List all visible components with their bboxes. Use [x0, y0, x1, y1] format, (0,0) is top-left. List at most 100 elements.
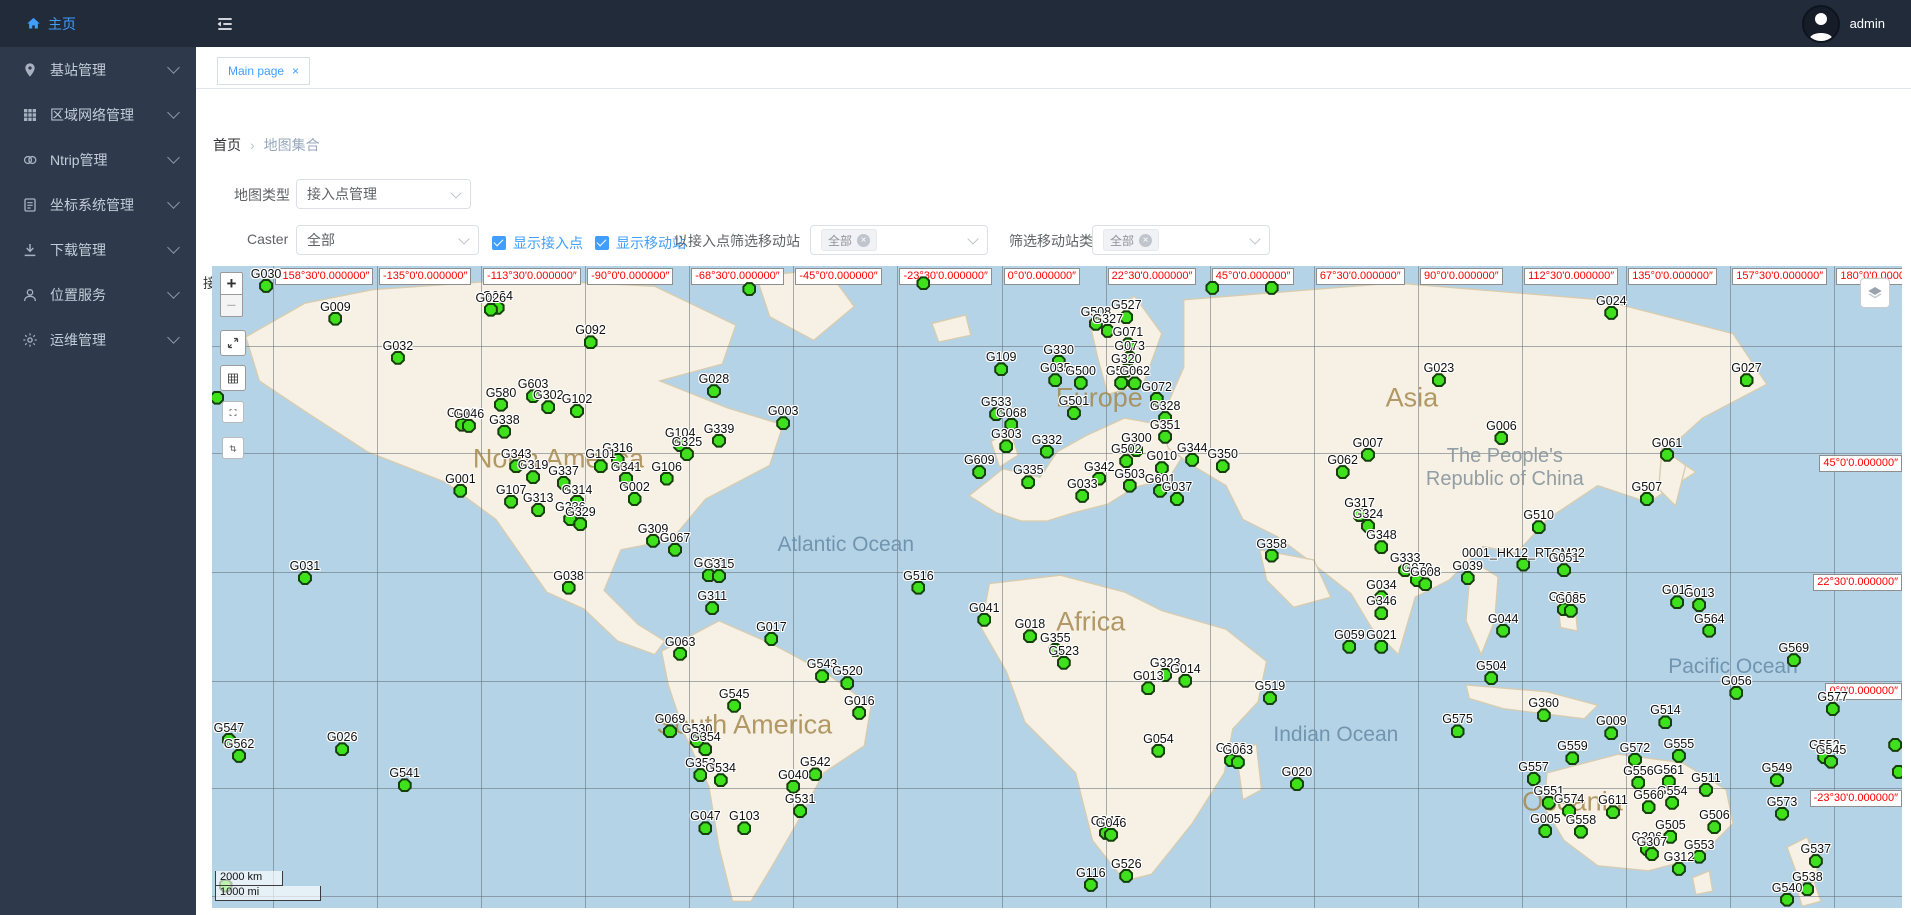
station-marker[interactable]: G028 — [707, 384, 721, 398]
station-marker[interactable]: G046 — [1104, 828, 1118, 842]
station-marker[interactable]: G514 — [1658, 715, 1672, 729]
filter-by-ap-select[interactable]: 全部 × — [810, 225, 988, 255]
station-marker[interactable]: G044 — [1496, 624, 1510, 638]
station-marker[interactable]: G338 — [497, 425, 511, 439]
station-marker[interactable]: G018 — [1023, 629, 1037, 643]
station-marker[interactable]: G020 — [1290, 777, 1304, 791]
station-marker[interactable]: G014 — [1178, 674, 1192, 688]
station-marker[interactable]: G031 — [298, 571, 312, 585]
station-marker[interactable]: G056 — [1729, 686, 1743, 700]
sidebar-item-5[interactable]: 下载管理 — [0, 227, 196, 272]
graticule-toggle-button[interactable] — [220, 365, 246, 391]
station-marker[interactable]: G506 — [1707, 820, 1721, 834]
station-marker[interactable]: 0001_HK12_RTCM32 — [1516, 558, 1530, 572]
station-marker[interactable]: G312 — [1672, 862, 1686, 876]
station-marker[interactable]: G311 — [705, 601, 719, 615]
station-marker[interactable]: G332 — [1040, 445, 1054, 459]
station-marker[interactable]: G003 — [776, 416, 790, 430]
station-marker[interactable]: G315 — [712, 569, 726, 583]
station-marker[interactable]: G360 — [1537, 708, 1551, 722]
station-marker[interactable]: G107 — [504, 495, 518, 509]
sidebar-item-7[interactable]: 运维管理 — [0, 317, 196, 362]
station-marker[interactable]: G319 — [526, 470, 540, 484]
station-marker[interactable]: G554 — [1665, 796, 1679, 810]
station-marker[interactable]: G577 — [1826, 702, 1840, 716]
station-marker[interactable]: G500 — [1074, 376, 1088, 390]
station-marker[interactable] — [1205, 281, 1219, 295]
breadcrumb-home[interactable]: 首页 — [213, 135, 241, 155]
station-marker[interactable]: G526 — [1119, 869, 1133, 883]
station-marker[interactable]: G033 — [1075, 489, 1089, 503]
sidebar-item-3[interactable]: Ntrip管理 — [0, 137, 196, 182]
station-marker[interactable]: G537 — [1809, 854, 1823, 868]
station-marker[interactable]: G549 — [1770, 773, 1784, 787]
station-marker[interactable]: G046 — [462, 419, 476, 433]
nav-home-link[interactable]: 主页 — [26, 0, 76, 47]
station-marker[interactable]: G560 — [1642, 800, 1656, 814]
station-marker[interactable]: G510 — [1532, 520, 1546, 534]
station-marker[interactable]: G580 — [494, 398, 508, 412]
caster-select[interactable]: 全部 — [296, 225, 479, 255]
station-marker[interactable]: G562 — [232, 749, 246, 763]
station-marker[interactable] — [1892, 765, 1902, 779]
station-marker[interactable]: G051 — [1557, 563, 1571, 577]
station-marker[interactable]: G039 — [1461, 571, 1475, 585]
station-marker[interactable]: G102 — [570, 404, 584, 418]
station-marker[interactable]: G061 — [1660, 448, 1674, 462]
filter-rover-type-select[interactable]: 全部 × — [1092, 225, 1270, 255]
station-marker[interactable]: G350 — [1216, 459, 1230, 473]
station-marker[interactable]: G501 — [1067, 406, 1081, 420]
tag-clear-icon[interactable]: × — [1139, 234, 1152, 247]
station-marker[interactable]: G335 — [1021, 475, 1035, 489]
station-marker[interactable]: G608 — [1418, 577, 1432, 591]
station-marker[interactable]: G021 — [1374, 640, 1388, 654]
station-marker[interactable]: G063 — [1231, 755, 1245, 769]
station-marker[interactable]: G092 — [584, 335, 598, 349]
station-marker[interactable]: G101 — [594, 459, 608, 473]
station-marker[interactable]: G116 — [1084, 878, 1098, 892]
station-marker[interactable]: G015 — [1670, 595, 1684, 609]
sidebar-item-6[interactable]: 位置服务 — [0, 272, 196, 317]
station-marker[interactable]: G519 — [1263, 691, 1277, 705]
station-marker[interactable]: G023 — [1432, 373, 1446, 387]
station-marker[interactable]: G511 — [1699, 783, 1713, 797]
station-marker[interactable]: G009 — [1604, 726, 1618, 740]
zoom-out-button[interactable]: − — [220, 294, 243, 317]
station-marker[interactable]: G516 — [911, 581, 925, 595]
station-marker[interactable]: G555 — [1672, 749, 1686, 763]
station-marker[interactable]: G348 — [1374, 540, 1388, 554]
station-marker[interactable]: G313 — [531, 503, 545, 517]
station-marker[interactable]: G007 — [1361, 448, 1375, 462]
station-marker[interactable]: G103 — [737, 821, 751, 835]
station-marker[interactable]: G047 — [698, 821, 712, 835]
station-marker[interactable]: G523 — [1057, 656, 1071, 670]
station-marker[interactable]: G611 — [1606, 805, 1620, 819]
station-marker[interactable]: G001 — [453, 484, 467, 498]
station-marker[interactable]: G351 — [1158, 430, 1172, 444]
station-marker[interactable]: G344 — [1185, 453, 1199, 467]
station-marker[interactable]: G520 — [840, 676, 854, 690]
station-marker[interactable] — [742, 282, 756, 296]
station-marker[interactable]: G609 — [972, 465, 986, 479]
sidebar-item-1[interactable]: 基站管理 — [0, 47, 196, 92]
show-rovers-checkbox[interactable]: 显示移动站 — [595, 233, 686, 253]
station-marker[interactable]: G017 — [764, 632, 778, 646]
show-access-points-checkbox[interactable]: 显示接入点 — [492, 233, 583, 253]
station-marker[interactable]: G507 — [1640, 492, 1654, 506]
station-marker[interactable]: G026 — [484, 303, 498, 317]
station-marker[interactable]: G329 — [573, 517, 587, 531]
station-marker[interactable]: G013 — [1141, 681, 1155, 695]
station-marker[interactable]: G041 — [977, 613, 991, 627]
station-marker[interactable]: G358 — [1265, 549, 1279, 563]
station-marker[interactable]: G309 — [646, 534, 660, 548]
station-marker[interactable]: G354 — [698, 742, 712, 756]
station-marker[interactable]: G303 — [999, 439, 1013, 453]
station-marker[interactable]: G575 — [1451, 724, 1465, 738]
station-marker[interactable]: G035 — [1048, 373, 1062, 387]
station-marker[interactable]: G503 — [1123, 479, 1137, 493]
tag-clear-icon[interactable]: × — [857, 234, 870, 247]
station-marker[interactable]: G545 — [1824, 755, 1838, 769]
station-marker[interactable]: G109 — [994, 362, 1008, 376]
station-marker[interactable]: G085 — [1564, 604, 1578, 618]
station-marker[interactable]: G346 — [1374, 606, 1388, 620]
